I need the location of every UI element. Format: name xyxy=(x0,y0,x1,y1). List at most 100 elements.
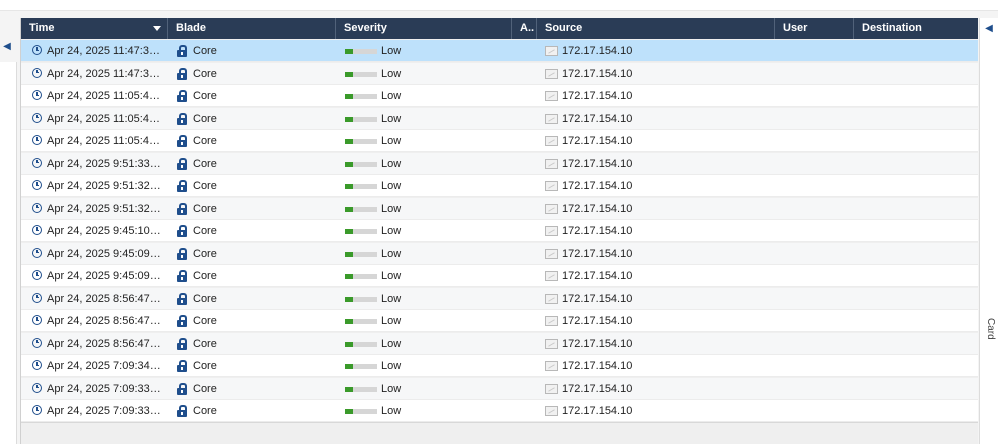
table-row[interactable]: Apr 24, 2025 9:45:09 AM Core Low 172.17.154… xyxy=(21,265,978,287)
column-header-destination[interactable]: Destination xyxy=(854,18,978,39)
severity-level-bar xyxy=(345,139,377,144)
column-header-label: Severity xyxy=(344,22,387,34)
source-cell: 172.17.154.10 xyxy=(544,333,774,355)
blade-text: Core xyxy=(193,180,217,192)
table-row[interactable]: Apr 24, 2025 11:47:30 A... Core Low 172.17.… xyxy=(21,62,978,85)
severity-cell: Low xyxy=(343,310,513,332)
blade-text: Core xyxy=(193,270,217,282)
severity-cell: Low xyxy=(343,378,513,400)
lock-icon xyxy=(177,270,187,282)
severity-cell: Low xyxy=(343,265,513,287)
table-row[interactable]: Apr 24, 2025 9:45:10 AM Core Low 172.17.154… xyxy=(21,220,978,242)
severity-text: Low xyxy=(381,360,402,372)
clock-icon xyxy=(32,247,42,258)
severity-text: Low xyxy=(381,135,402,147)
severity-text: Low xyxy=(381,382,402,395)
blade-cell: Core xyxy=(175,175,335,197)
right-panel-tab[interactable]: Card xyxy=(984,318,998,368)
host-icon xyxy=(545,158,558,169)
time-text: Apr 24, 2025 9:51:32 AM xyxy=(47,180,163,192)
table-row[interactable]: Apr 24, 2025 8:56:47 AM Core Low 172.17.154… xyxy=(21,332,978,355)
table-row[interactable]: Apr 24, 2025 11:05:40 A... Core Low 172.17.… xyxy=(21,130,978,152)
clock-icon xyxy=(32,202,42,213)
time-text: Apr 24, 2025 7:09:33 AM xyxy=(47,405,163,417)
expand-right-icon[interactable]: ◀ xyxy=(983,22,995,36)
lock-icon xyxy=(177,247,187,260)
table-row[interactable]: Apr 24, 2025 9:51:32 AM Core Low 172.17.154… xyxy=(21,197,978,220)
time-text: Apr 24, 2025 7:09:33 AM xyxy=(47,382,163,395)
table-row[interactable]: Apr 24, 2025 7:09:33 AM Core Low 172.17.154… xyxy=(21,377,978,400)
table-row[interactable]: Apr 24, 2025 7:09:34 AM Core Low 172.17.154… xyxy=(21,355,978,377)
table-row[interactable]: Apr 24, 2025 8:56:47 AM Core Low 172.17.154… xyxy=(21,310,978,332)
column-header-label: Source xyxy=(545,22,583,34)
blade-text: Core xyxy=(193,135,217,147)
severity-cell: Low xyxy=(343,85,513,107)
severity-level-bar xyxy=(345,296,377,302)
lock-icon xyxy=(177,67,187,80)
time-text: Apr 24, 2025 9:51:32 AM xyxy=(47,202,163,215)
severity-level-bar xyxy=(345,364,377,369)
time-cell: Apr 24, 2025 7:09:33 AM xyxy=(29,400,169,422)
sort-descending-icon[interactable] xyxy=(153,26,161,31)
column-header-time[interactable]: Time xyxy=(21,18,168,39)
column-header-source[interactable]: Source xyxy=(537,18,775,39)
severity-cell: Low xyxy=(343,400,513,422)
severity-text: Low xyxy=(381,67,402,80)
lock-icon xyxy=(177,202,187,215)
column-header-user[interactable]: User xyxy=(775,18,854,39)
clock-icon xyxy=(32,90,42,100)
severity-cell: Low xyxy=(343,63,513,85)
collapse-left-icon[interactable]: ◀ xyxy=(1,40,13,54)
severity-level-bar xyxy=(345,184,377,189)
left-panel xyxy=(0,62,17,444)
host-icon xyxy=(545,248,558,259)
table-row[interactable]: Apr 24, 2025 9:51:32 AM Core Low 172.17.154… xyxy=(21,175,978,197)
time-cell: Apr 24, 2025 11:47:30 A... xyxy=(29,63,169,85)
table-row[interactable]: Apr 24, 2025 7:09:33 AM Core Low 172.17.154… xyxy=(21,400,978,422)
column-header-blade[interactable]: Blade xyxy=(168,18,336,39)
host-icon xyxy=(545,113,558,124)
time-text: Apr 24, 2025 9:51:33 AM xyxy=(47,157,163,170)
host-icon xyxy=(545,406,558,416)
host-icon xyxy=(545,181,558,191)
table-row[interactable]: Apr 24, 2025 11:05:41 A... Core Low 172.17.… xyxy=(21,107,978,130)
clock-icon xyxy=(32,112,42,123)
severity-cell: Low xyxy=(343,40,513,62)
blade-text: Core xyxy=(193,225,217,237)
table-row[interactable]: Apr 24, 2025 11:05:41 A... Core Low 172.17.… xyxy=(21,85,978,107)
time-cell: Apr 24, 2025 11:47:30 A... xyxy=(29,40,169,62)
blade-text: Core xyxy=(193,202,217,215)
grid-bottom-border xyxy=(21,422,978,423)
table-row[interactable]: Apr 24, 2025 9:45:09 AM Core Low 172.17.154… xyxy=(21,242,978,265)
lock-icon xyxy=(177,90,187,102)
time-cell: Apr 24, 2025 9:51:33 AM xyxy=(29,153,169,175)
table-row[interactable]: Apr 24, 2025 9:51:33 AM Core Low 172.17.154… xyxy=(21,152,978,175)
source-cell: 172.17.154.10 xyxy=(544,153,774,175)
blade-text: Core xyxy=(193,382,217,395)
severity-cell: Low xyxy=(343,153,513,175)
blade-cell: Core xyxy=(175,85,335,107)
lock-icon xyxy=(177,360,187,372)
table-row[interactable]: Apr 24, 2025 8:56:47 AM Core Low 172.17.154… xyxy=(21,287,978,310)
time-cell: Apr 24, 2025 9:45:09 AM xyxy=(29,265,169,287)
column-header-severity[interactable]: Severity xyxy=(336,18,512,39)
time-cell: Apr 24, 2025 9:51:32 AM xyxy=(29,198,169,220)
blade-cell: Core xyxy=(175,288,335,310)
severity-level-bar xyxy=(345,161,377,167)
time-text: Apr 24, 2025 8:56:47 AM xyxy=(47,337,163,350)
source-cell: 172.17.154.10 xyxy=(544,108,774,130)
clock-icon xyxy=(32,45,42,55)
blade-cell: Core xyxy=(175,63,335,85)
time-cell: Apr 24, 2025 8:56:47 AM xyxy=(29,310,169,332)
time-text: Apr 24, 2025 11:05:41 A... xyxy=(47,90,163,102)
clock-icon xyxy=(32,405,42,415)
source-cell: 172.17.154.10 xyxy=(544,310,774,332)
column-header-a[interactable]: A.. xyxy=(512,18,537,39)
time-text: Apr 24, 2025 11:05:41 A... xyxy=(47,112,163,125)
source-text: 172.17.154.10 xyxy=(562,337,633,350)
severity-text: Low xyxy=(381,180,402,192)
severity-level-bar xyxy=(345,251,377,257)
table-row[interactable]: Apr 24, 2025 11:47:30 A... Core Low 172.17.… xyxy=(21,40,978,62)
blade-text: Core xyxy=(193,90,217,102)
blade-cell: Core xyxy=(175,378,335,400)
